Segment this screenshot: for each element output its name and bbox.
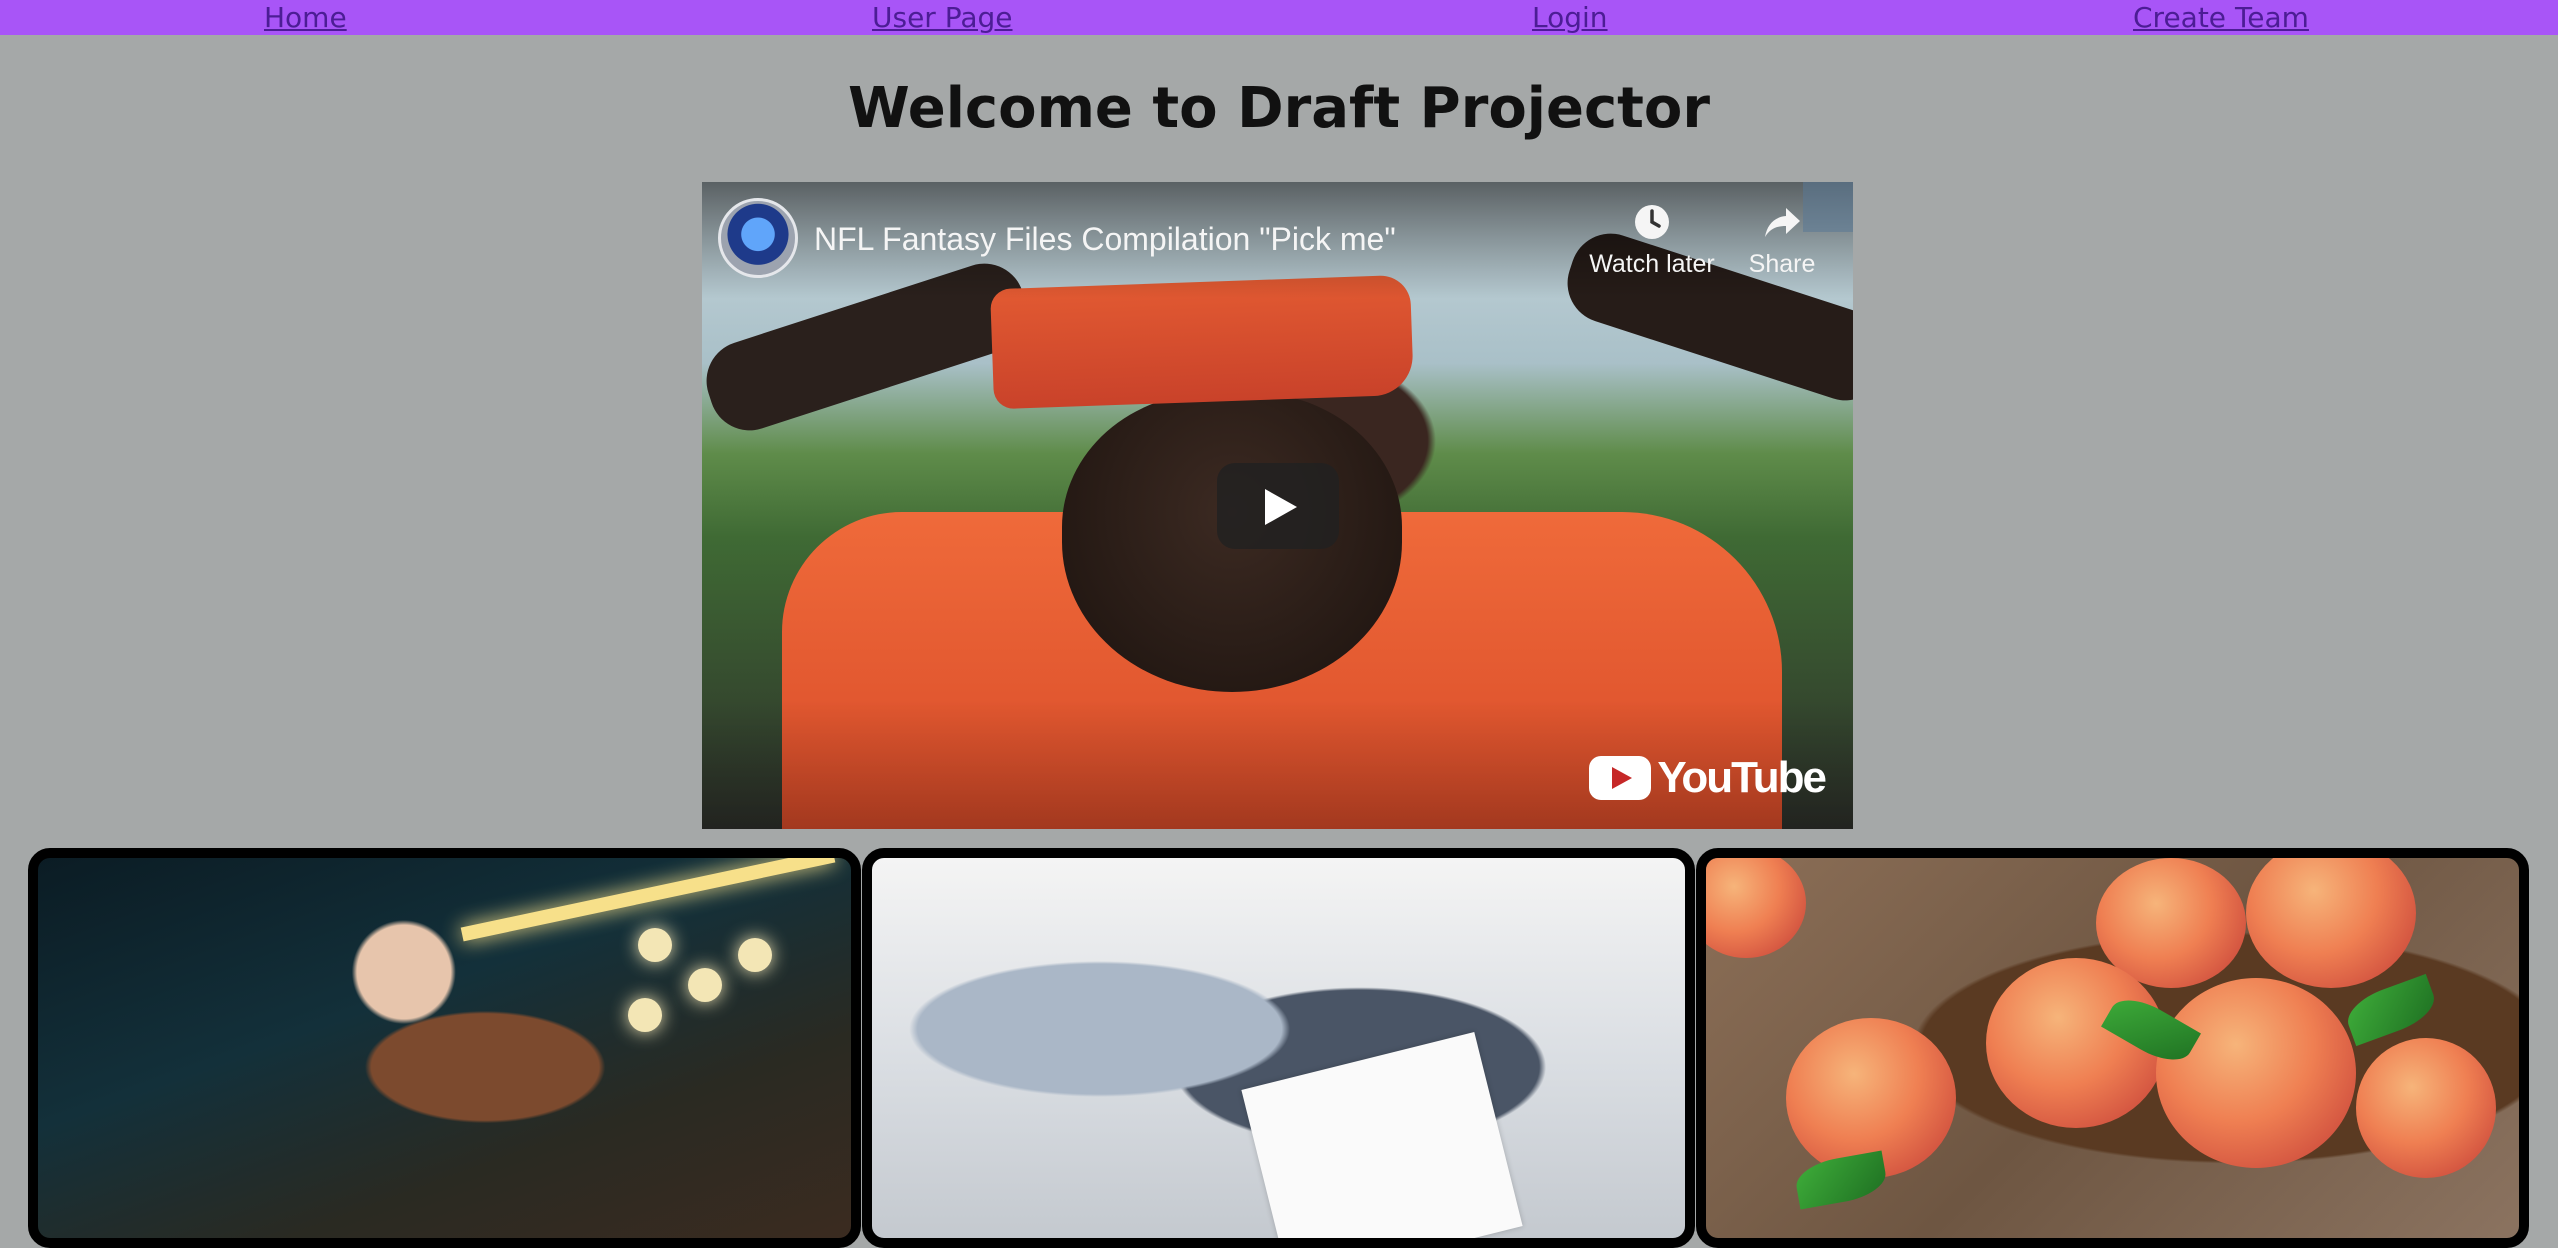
nav-link-user-page[interactable]: User Page [872,3,1013,33]
top-nav: Home User Page Login Create Team [0,0,2558,35]
watch-later-button[interactable]: Watch later [1562,202,1742,279]
youtube-logo[interactable]: YouTube [1589,753,1827,803]
peach [1706,858,1806,958]
nav-link-create-team[interactable]: Create Team [2133,3,2309,33]
peach [2156,978,2356,1168]
hanging-bulb [688,968,722,1002]
image-card-woman-on-phone [28,848,861,1248]
clock-icon [1635,205,1669,239]
page-title: Welcome to Draft Projector [847,76,1711,141]
youtube-logo-text: YouTube [1657,753,1827,802]
share-icon [1765,208,1800,237]
channel-watermark[interactable] [1803,182,1853,232]
paper-document [1241,1031,1523,1238]
peach [2356,1038,2496,1178]
video-title[interactable]: NFL Fantasy Files Compilation "Pick me" [814,220,1396,258]
hanging-bulb [738,938,772,972]
image-card-peaches-basket [1696,848,2529,1248]
youtube-play-icon [1589,756,1652,800]
hanging-bulb [638,928,672,962]
peach-leaf [2341,973,2441,1047]
video-embed[interactable]: NFL Fantasy Files Compilation "Pick me" … [702,182,1853,829]
nav-link-home[interactable]: Home [264,3,347,33]
channel-avatar[interactable] [718,198,798,278]
play-button[interactable] [1217,463,1339,549]
share-label: Share [1748,250,1816,278]
peach-leaf [1792,1150,1890,1210]
nav-link-login[interactable]: Login [1532,3,1608,33]
hanging-bulb [628,998,662,1032]
peach [2246,858,2416,988]
ceiling-light [460,858,836,942]
image-card-couple-reviewing-papers [862,848,1695,1248]
watch-later-label: Watch later [1589,250,1715,278]
